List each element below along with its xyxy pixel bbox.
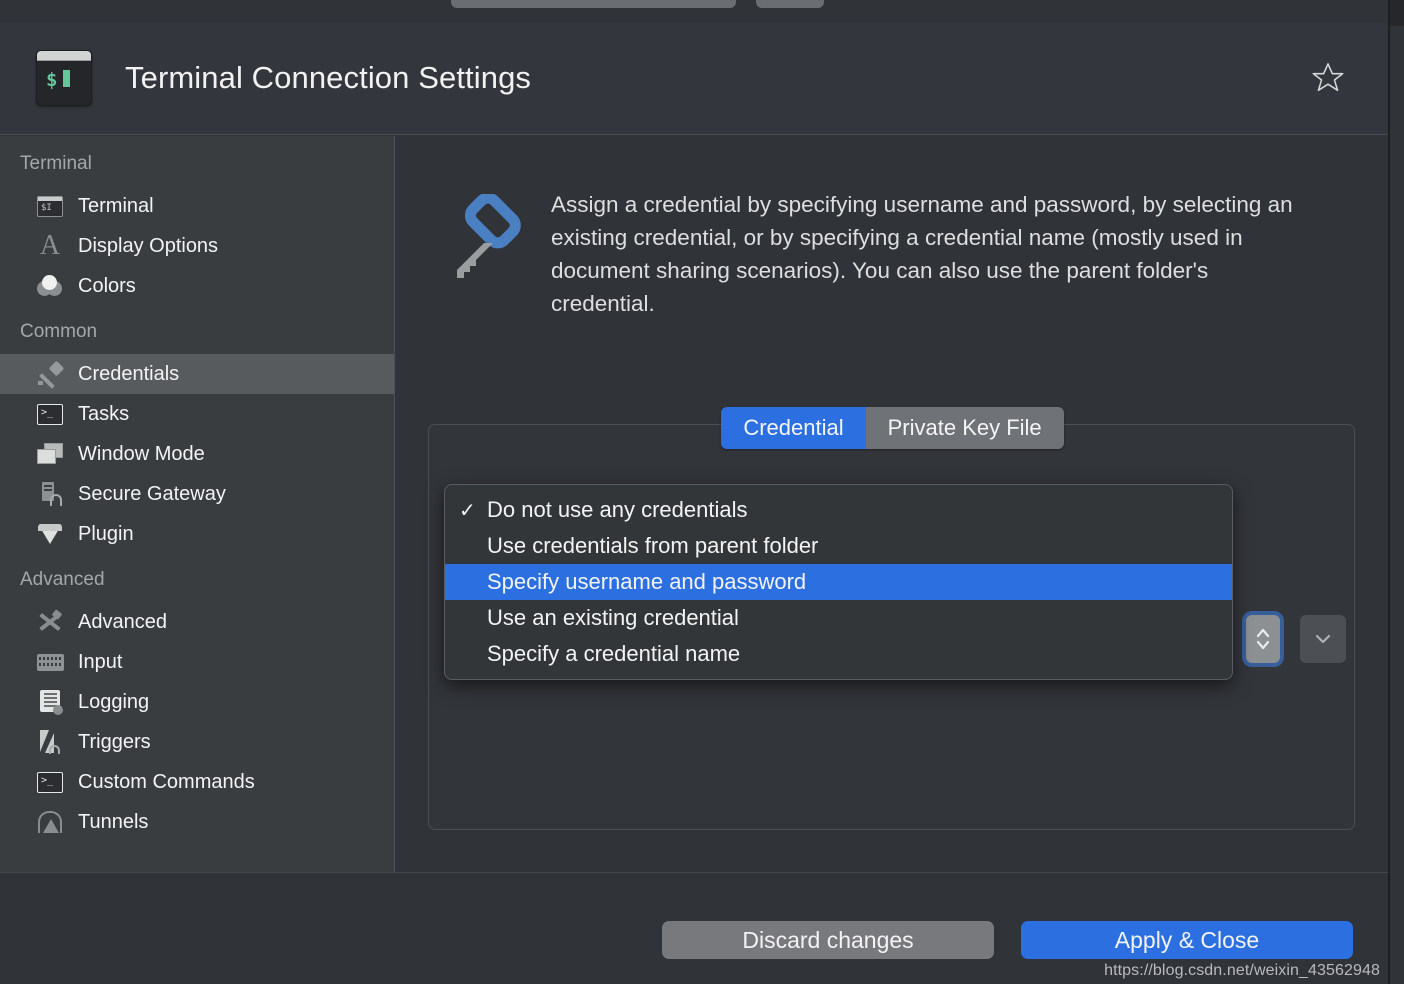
- sidebar-item-colors[interactable]: Colors: [0, 266, 394, 306]
- menu-item-specify-username-and-password[interactable]: Specify username and password: [445, 564, 1232, 600]
- sidebar-group-label-terminal: Terminal: [20, 153, 92, 174]
- credential-tab-bar[interactable]: Credential Private Key File: [395, 407, 1390, 450]
- page-title: Terminal Connection Settings: [125, 60, 532, 95]
- sidebar-item-label: Colors: [78, 274, 136, 297]
- keyboard-icon: [36, 648, 64, 676]
- sidebar-item-terminal[interactable]: $I Terminal: [0, 186, 394, 226]
- menu-item-specify-a-credential-name[interactable]: Specify a credential name: [445, 636, 1232, 672]
- description-row: Assign a credential by specifying userna…: [395, 136, 1390, 320]
- description-text: Assign a credential by specifying userna…: [551, 192, 1293, 316]
- sidebar-item-logging[interactable]: Logging: [0, 682, 394, 722]
- tunnel-arch-icon: [36, 808, 64, 836]
- terminal-icon: $I: [36, 192, 64, 220]
- terminal-icon-caret: [63, 70, 70, 87]
- sidebar-item-advanced[interactable]: Advanced: [0, 602, 394, 642]
- dropdown-expand-button[interactable]: [1300, 615, 1346, 663]
- tools-icon: [36, 608, 64, 636]
- dialog-footer: Discard changes Apply & Close https://bl…: [0, 872, 1390, 984]
- menu-item-use-credentials-from-parent-folder[interactable]: Use credentials from parent folder: [445, 528, 1232, 564]
- sidebar-item-input[interactable]: Input: [0, 642, 394, 682]
- tab-credential[interactable]: Credential: [721, 407, 866, 450]
- plugin-box-icon: [36, 520, 64, 548]
- stepper-arrows: [1256, 628, 1270, 650]
- sidebar-item-label: Credentials: [78, 362, 180, 385]
- key-icon-graphic: [457, 192, 521, 278]
- sidebar-item-secure-gateway[interactable]: Secure Gateway: [0, 474, 394, 514]
- sidebar-item-label: Advanced: [78, 610, 167, 633]
- window-right-strip-top: [1390, 0, 1404, 26]
- sidebar-group-label-advanced: Advanced: [20, 569, 105, 590]
- sidebar-item-label: Triggers: [78, 730, 151, 753]
- sidebar-item-label: Secure Gateway: [78, 482, 226, 505]
- sidebar-item-tunnels[interactable]: Tunnels: [0, 802, 394, 842]
- color-circles-icon: [36, 272, 64, 300]
- sidebar-group-label-common: Common: [20, 321, 98, 342]
- toolbar-search-field[interactable]: [451, 0, 736, 8]
- star-outline-icon: [1312, 63, 1344, 92]
- sidebar-item-label: Terminal: [78, 194, 154, 217]
- sidebar-item-label: Logging: [78, 690, 150, 713]
- sidebar-item-label: Tasks: [78, 402, 130, 425]
- sidebar-item-label: Input: [78, 650, 123, 673]
- command-prompt-icon: >_: [36, 400, 64, 428]
- chevron-down-icon: [1315, 634, 1331, 644]
- terminal-icon: $: [36, 50, 92, 106]
- windows-stack-icon: [36, 440, 64, 468]
- sidebar-item-plugin[interactable]: Plugin: [0, 514, 394, 554]
- menu-item-label: Use an existing credential: [487, 605, 739, 630]
- apply-and-close-button[interactable]: Apply & Close: [1021, 921, 1353, 959]
- menu-item-label: Use credentials from parent folder: [487, 533, 819, 558]
- sidebar-item-label: Plugin: [78, 522, 134, 545]
- menu-item-label: Do not use any credentials: [487, 497, 748, 522]
- sidebar-item-tasks[interactable]: >_ Tasks: [0, 394, 394, 434]
- credential-dropdown-menu[interactable]: ✓ Do not use any credentials Use credent…: [444, 484, 1233, 680]
- server-tunnel-icon: [36, 480, 64, 508]
- key-icon: [36, 360, 65, 389]
- menu-item-do-not-use-any-credentials[interactable]: ✓ Do not use any credentials: [445, 492, 1232, 528]
- menu-item-label: Specify username and password: [487, 569, 807, 594]
- tab-private-key-file[interactable]: Private Key File: [865, 407, 1064, 450]
- cutoff-toolbar-strip: [0, 0, 1390, 22]
- favorite-button[interactable]: [1308, 58, 1348, 98]
- window-header: $ Terminal Connection Settings: [0, 22, 1390, 135]
- sidebar-item-label: Tunnels: [78, 810, 149, 833]
- segmented-control[interactable]: Credential Private Key File: [721, 407, 1064, 450]
- watermark-text: https://blog.csdn.net/weixin_43562948: [1104, 962, 1380, 979]
- sidebar-item-credentials[interactable]: Credentials: [0, 354, 394, 394]
- key-icon: [443, 192, 539, 286]
- menu-item-label: Specify a credential name: [487, 641, 741, 666]
- command-play-icon: >_: [36, 768, 64, 796]
- sidebar-item-label: Window Mode: [78, 442, 205, 465]
- stepper-up-down-icon[interactable]: [1246, 615, 1280, 663]
- lightning-bolt-icon: [36, 728, 64, 756]
- terminal-icon-titlebar: [37, 51, 91, 61]
- sidebar-item-label: Custom Commands: [78, 770, 255, 793]
- toolbar-button[interactable]: [756, 0, 824, 8]
- settings-sidebar[interactable]: Terminal $I Terminal A Display Options C…: [0, 136, 395, 872]
- sidebar-item-label: Display Options: [78, 234, 219, 257]
- font-letter-a-icon: A: [39, 230, 61, 261]
- menu-item-use-an-existing-credential[interactable]: Use an existing credential: [445, 600, 1232, 636]
- notebook-log-icon: [36, 688, 64, 716]
- window-right-strip: [1390, 0, 1404, 984]
- settings-window: $ Terminal Connection Settings Terminal …: [0, 0, 1404, 984]
- sidebar-item-triggers[interactable]: Triggers: [0, 722, 394, 762]
- sidebar-item-window-mode[interactable]: Window Mode: [0, 434, 394, 474]
- terminal-icon-prompt: $: [46, 69, 58, 91]
- sidebar-item-custom-commands[interactable]: >_ Custom Commands: [0, 762, 394, 802]
- check-icon: ✓: [459, 499, 476, 522]
- sidebar-item-display-options[interactable]: A Display Options: [0, 226, 394, 266]
- discard-changes-button[interactable]: Discard changes: [662, 921, 994, 959]
